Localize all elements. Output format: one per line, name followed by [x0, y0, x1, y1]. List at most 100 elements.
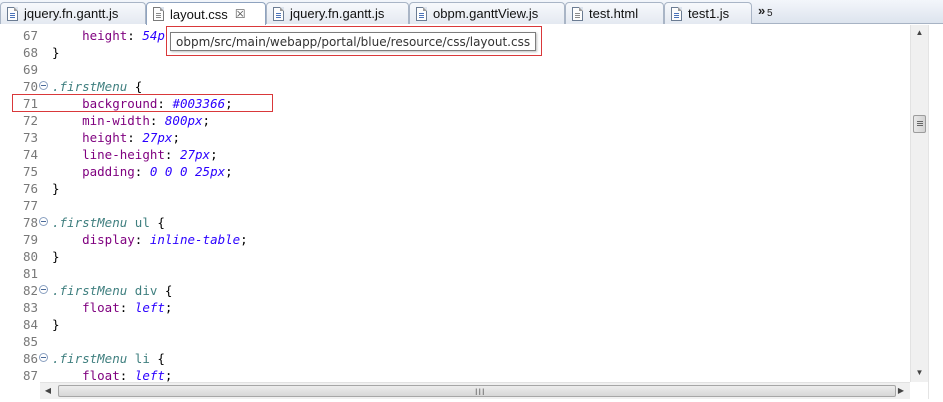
code-token: {: [127, 79, 143, 94]
code-line[interactable]: 71 background: #003366;: [0, 95, 910, 112]
scroll-left-arrow-icon[interactable]: ◀: [40, 383, 56, 399]
code-text: .firstMenu ul {: [52, 214, 165, 231]
code-text: line-height: 27px;: [52, 146, 218, 163]
code-token: :: [119, 368, 135, 382]
code-token: ;: [202, 113, 211, 128]
code-line[interactable]: 81: [0, 265, 910, 282]
code-token: }: [52, 317, 60, 332]
js-file-icon: [671, 6, 682, 21]
code-token: 27px: [179, 147, 211, 162]
code-token: {: [157, 283, 173, 298]
code-text: float: left;: [52, 367, 172, 382]
scroll-right-arrow-icon[interactable]: ▶: [893, 383, 909, 399]
code-line[interactable]: 78 .firstMenu ul {: [0, 214, 910, 231]
tab-label: layout.css: [170, 6, 228, 22]
code-text: .firstMenu {: [52, 78, 142, 95]
code-text: .firstMenu li {: [52, 350, 165, 367]
code-line[interactable]: 80}: [0, 248, 910, 265]
code-line[interactable]: 77: [0, 197, 910, 214]
tab-overflow-chevron-icon[interactable]: »: [758, 3, 765, 18]
line-number: 86: [22, 351, 38, 366]
code-line[interactable]: 75 padding: 0 0 0 25px;: [0, 163, 910, 180]
js-file-icon: [7, 6, 18, 21]
code-token: }: [52, 249, 60, 264]
vertical-scroll-thumb[interactable]: [913, 115, 926, 133]
vertical-scrollbar[interactable]: ▲ ▼: [910, 25, 928, 382]
code-token: ;: [164, 368, 173, 382]
line-number: 77: [22, 198, 38, 213]
line-number: 73: [22, 130, 38, 145]
code-token: line-height: [82, 147, 165, 162]
horizontal-scroll-thumb[interactable]: III: [58, 385, 896, 397]
code-text: background: #003366;: [52, 95, 233, 112]
code-token: {: [149, 351, 165, 366]
code-line[interactable]: 79 display: inline-table;: [0, 231, 910, 248]
code-token: ;: [164, 300, 173, 315]
code-line[interactable]: 83 float: left;: [0, 299, 910, 316]
code-token: .firstMenu: [52, 351, 128, 366]
code-token: :: [127, 28, 143, 43]
fold-collapse-icon[interactable]: [39, 217, 48, 226]
code-line[interactable]: 73 height: 27px;: [0, 129, 910, 146]
tab-layout-css[interactable]: layout.css ☒: [146, 2, 266, 25]
line-number: 67: [22, 28, 38, 43]
line-number: 69: [22, 62, 38, 77]
code-line[interactable]: 86 .firstMenu li {: [0, 350, 910, 367]
tab-label: test1.js: [688, 6, 730, 21]
tab-obpm-ganttview-js[interactable]: obpm.ganttView.js: [409, 2, 565, 24]
tab-test1-js[interactable]: test1.js: [664, 2, 752, 24]
code-line[interactable]: 82 .firstMenu div {: [0, 282, 910, 299]
code-token: ;: [172, 130, 180, 145]
tab-jquery-fn-gantt-js-2[interactable]: jquery.fn.gantt.js: [266, 2, 409, 24]
scroll-down-arrow-icon[interactable]: ▼: [911, 365, 928, 381]
code-token: display: [82, 232, 135, 247]
scroll-grip-icon: III: [475, 387, 486, 397]
line-number: 70: [22, 79, 38, 94]
horizontal-scrollbar[interactable]: ◀ III ▶: [40, 382, 910, 399]
line-number: 75: [22, 164, 38, 179]
line-number: 80: [22, 249, 38, 264]
code-token: :: [134, 232, 150, 247]
code-line[interactable]: 76}: [0, 180, 910, 197]
line-number: 83: [22, 300, 38, 315]
fold-collapse-icon[interactable]: [39, 81, 48, 90]
close-tab-icon[interactable]: ☒: [235, 8, 246, 20]
tab-test-html[interactable]: test.html: [565, 2, 664, 24]
code-text: height: 27px;: [52, 129, 180, 146]
code-token: div: [134, 283, 158, 298]
code-editor[interactable]: 67 height: 54p 68} 69 70 .firstMenu {71 back…: [0, 25, 910, 382]
fold-collapse-icon[interactable]: [39, 353, 48, 362]
code-token: :: [149, 113, 165, 128]
tab-label: jquery.fn.gantt.js: [290, 6, 385, 21]
code-token: 54p: [142, 28, 165, 43]
tab-overflow-count[interactable]: 5: [767, 8, 773, 19]
code-token: }: [52, 45, 60, 60]
tab-label: jquery.fn.gantt.js: [24, 6, 119, 21]
code-text: .firstMenu div {: [52, 282, 172, 299]
code-token: left: [134, 300, 165, 315]
code-token: left: [134, 368, 165, 382]
js-file-icon: [273, 6, 284, 21]
code-line[interactable]: 74 line-height: 27px;: [0, 146, 910, 163]
code-line[interactable]: 84}: [0, 316, 910, 333]
line-number: 82: [22, 283, 38, 298]
tab-jquery-fn-gantt-js[interactable]: jquery.fn.gantt.js: [0, 2, 146, 24]
code-line[interactable]: 70 .firstMenu {: [0, 78, 910, 95]
code-line[interactable]: 85: [0, 333, 910, 350]
line-number: 68: [22, 45, 38, 60]
line-number: 79: [22, 232, 38, 247]
line-number: 87: [22, 368, 38, 382]
code-text: height: 54p: [52, 27, 165, 44]
fold-collapse-icon[interactable]: [39, 285, 48, 294]
code-line[interactable]: 87 float: left;: [0, 367, 910, 382]
line-number: 72: [22, 113, 38, 128]
code-line[interactable]: 69: [0, 61, 910, 78]
scroll-up-arrow-icon[interactable]: ▲: [911, 25, 928, 41]
code-line[interactable]: 72 min-width: 800px;: [0, 112, 910, 129]
